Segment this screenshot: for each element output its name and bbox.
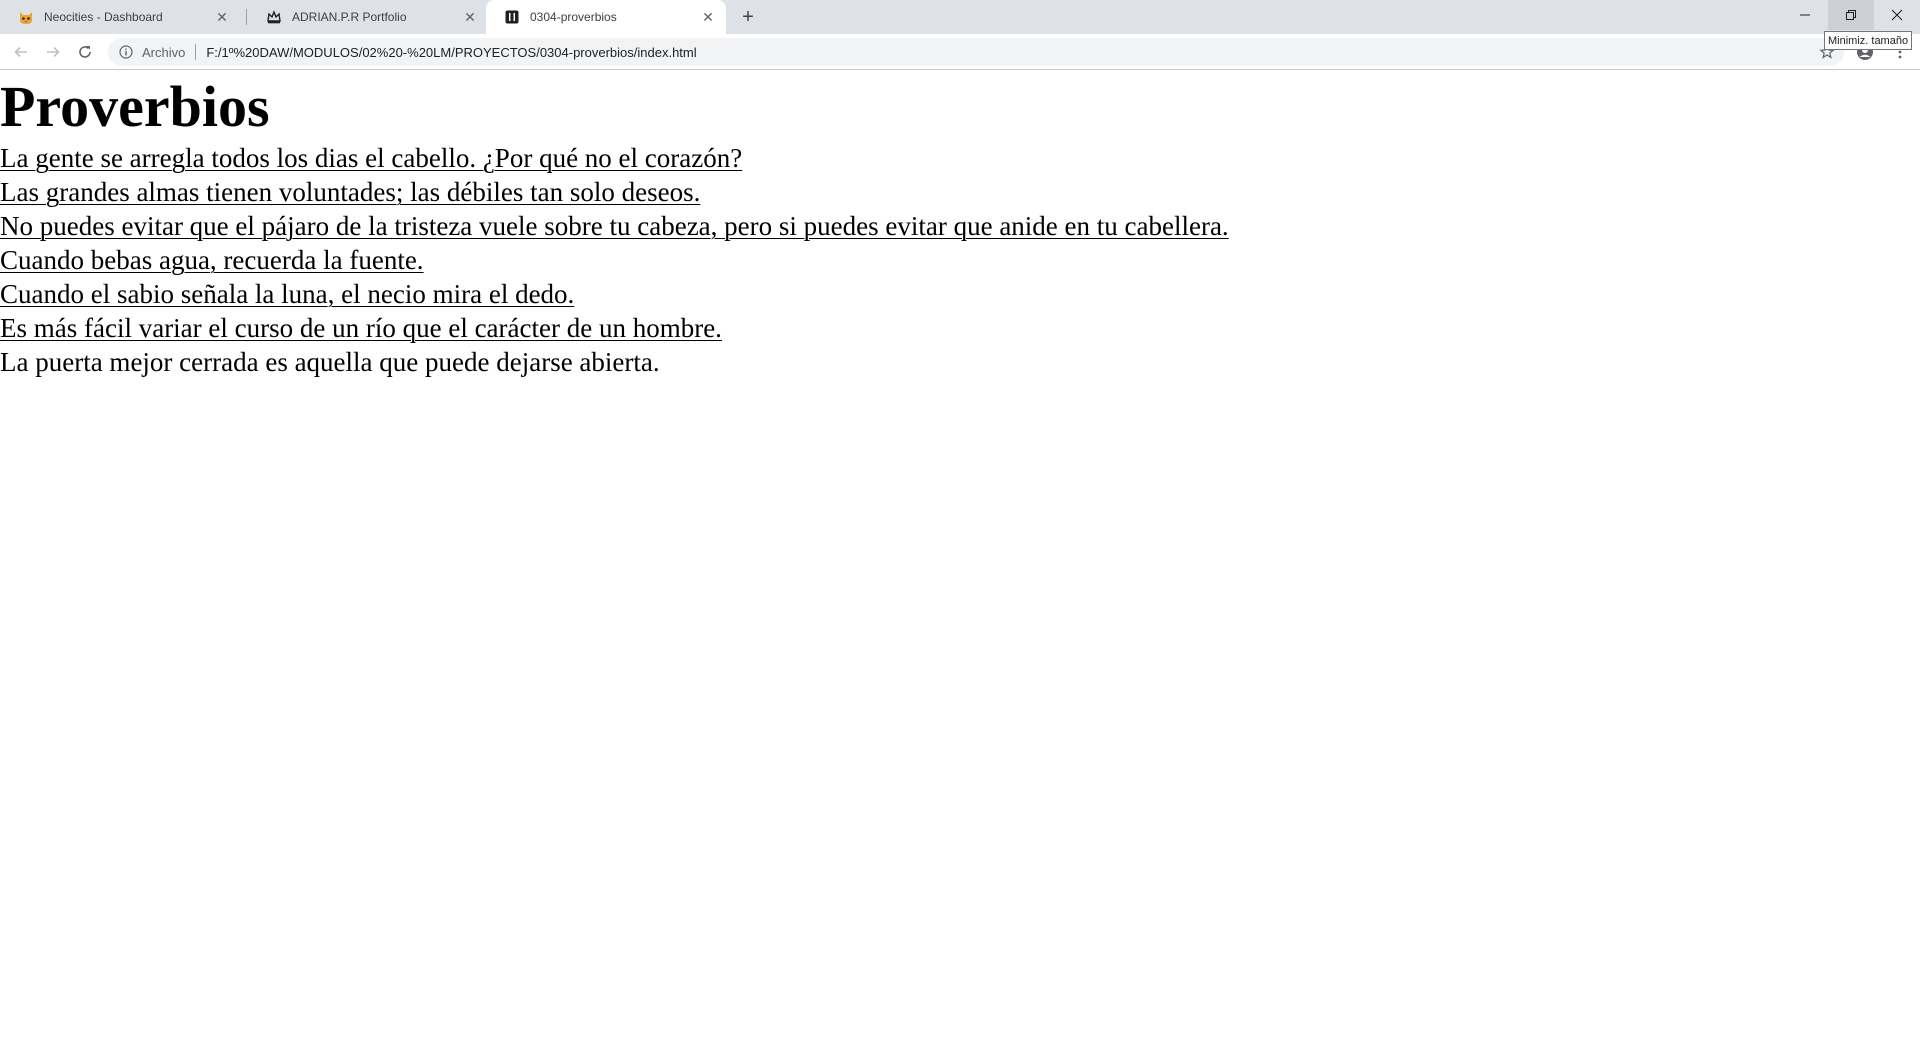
forward-arrow-icon — [47, 46, 60, 58]
minimize-button[interactable] — [1782, 0, 1828, 30]
proverb-link[interactable]: Es más fácil variar el curso de un río q… — [0, 311, 1920, 345]
tab-portfolio[interactable]: ADRIAN.P.R Portfolio ✕ — [248, 0, 488, 34]
back-arrow-icon — [14, 46, 27, 58]
page-viewport: Proverbios La gente se arregla todos los… — [0, 71, 1920, 1040]
omnibox-divider — [195, 44, 197, 60]
restore-icon — [1846, 10, 1856, 20]
reload-button[interactable] — [73, 40, 97, 64]
tab-strip: Neocities - Dashboard ✕ ADRIAN.P.R Portf… — [0, 0, 1920, 34]
proverb-text: La puerta mejor cerrada es aquella que p… — [0, 347, 660, 377]
address-bar[interactable]: Archivo F:/1º%20DAW/MODULOS/02%20-%20LM/… — [108, 38, 1844, 66]
tab-neocities[interactable]: Neocities - Dashboard ✕ — [0, 0, 240, 34]
new-tab-button[interactable]: + — [736, 6, 760, 28]
cat-icon — [18, 9, 34, 25]
forward-button[interactable] — [41, 40, 65, 64]
proverb-link[interactable]: No puedes evitar que el pájaro de la tri… — [0, 209, 1920, 243]
crown-icon — [266, 9, 282, 25]
page-title: Proverbios — [0, 74, 270, 139]
close-window-button[interactable] — [1874, 0, 1920, 30]
scheme-label: Archivo — [142, 44, 186, 60]
proverb-link[interactable]: Cuando bebas agua, recuerda la fuente. — [0, 243, 1920, 277]
close-icon[interactable]: ✕ — [700, 9, 716, 25]
minimize-icon — [1800, 14, 1810, 16]
tab-title: Neocities - Dashboard — [44, 10, 163, 24]
restore-button[interactable] — [1828, 0, 1874, 30]
tab-separator — [246, 9, 247, 25]
back-button[interactable] — [9, 40, 33, 64]
close-icon — [1891, 9, 1903, 21]
reload-icon — [79, 46, 91, 58]
restore-tooltip: Minimiz. tamaño — [1824, 31, 1913, 50]
proverb-link[interactable]: La gente se arregla todos los dias el ca… — [0, 141, 1920, 175]
proverb-link[interactable]: Cuando el sabio señala la luna, el necio… — [0, 277, 1920, 311]
proverb-link[interactable]: Las grandes almas tienen voluntades; las… — [0, 175, 1920, 209]
tab-title: ADRIAN.P.R Portfolio — [292, 10, 407, 24]
url-text[interactable]: F:/1º%20DAW/MODULOS/02%20-%20LM/PROYECTO… — [206, 45, 696, 60]
tab-title: 0304-proverbios — [530, 10, 617, 24]
close-icon[interactable]: ✕ — [462, 9, 478, 25]
browser-toolbar: Archivo F:/1º%20DAW/MODULOS/02%20-%20LM/… — [0, 34, 1920, 70]
tab-proverbios[interactable]: 0304-proverbios ✕ — [486, 0, 726, 34]
bracket-icon — [504, 9, 520, 25]
close-icon[interactable]: ✕ — [214, 9, 230, 25]
info-icon[interactable] — [118, 44, 134, 60]
